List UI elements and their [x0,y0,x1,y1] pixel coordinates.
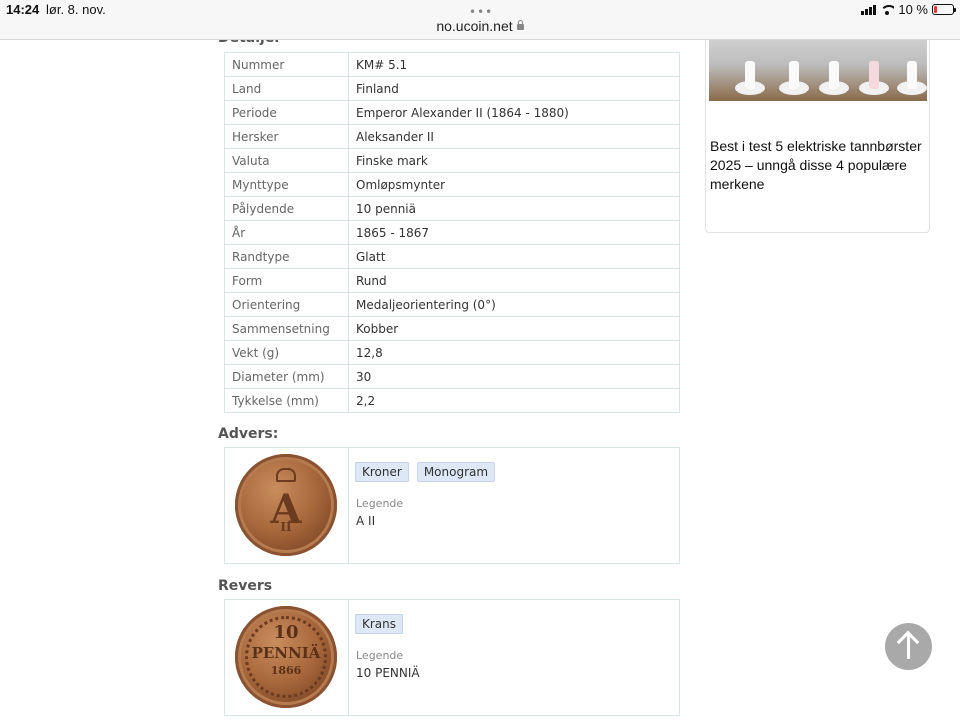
table-row: Diameter (mm) 30 [224,364,680,389]
table-row: År 1865 - 1867 [224,220,680,245]
ad-headline[interactable]: Best i test 5 elektriske tannbørster 202… [710,137,926,194]
detail-value: Glatt [348,244,680,269]
detail-key: Tykkelse (mm) [224,388,349,413]
reverse-tags: Krans [355,614,404,634]
table-row: Pålydende 10 penniä [224,196,680,221]
detail-value: 12,8 [348,340,680,365]
table-row: Periode Emperor Alexander II (1864 - 1880… [224,100,680,125]
detail-key: Diameter (mm) [224,364,349,389]
reverse-box: 10 PENNIÄ 1866 Krans Legende 10 PENNIÄ [224,599,680,716]
scroll-to-top-button[interactable] [885,623,932,670]
detail-value: Emperor Alexander II (1864 - 1880) [348,100,680,125]
clock-time: 14:24 [6,2,40,17]
detail-value: 2,2 [348,388,680,413]
ad-image[interactable] [709,40,927,101]
table-row: Mynttype Omløpsmynter [224,172,680,197]
detail-value: Finske mark [348,148,680,173]
coin-year: 1866 [270,664,302,677]
detail-key: Mynttype [224,172,349,197]
details-table: Nummer KM# 5.1 Land Finland Periode Emperor A… [224,52,680,413]
detail-key: Pålydende [224,196,349,221]
table-row: Hersker Aleksander II [224,124,680,149]
cellular-signal-icon [861,4,877,15]
table-row: Randtype Glatt [224,244,680,269]
detail-key: Valuta [224,148,349,173]
coin-denomination-number: 10 [273,622,299,643]
status-date: lør. 8. nov. [46,2,106,17]
system-indicators: 10 % [861,2,956,17]
table-row: Form Rund [224,268,680,293]
browser-status-bar: 14:24 lør. 8. nov. ••• no.ucoin.net 10 % [0,0,960,40]
reverse-image-cell: 10 PENNIÄ 1866 [225,600,349,715]
reverse-heading: Revers [218,578,273,594]
detail-key: Hersker [224,124,349,149]
crown-icon [276,468,296,482]
wifi-icon [880,4,895,15]
detail-key: Randtype [224,244,349,269]
detail-value: Kobber [348,316,680,341]
obverse-legend-label: Legende [356,497,404,510]
sidebar-ad[interactable]: Best i test 5 elektriske tannbørster 202… [705,40,930,233]
detail-value: 30 [348,364,680,389]
battery-percent: 10 % [898,2,928,17]
detail-key: Form [224,268,349,293]
obverse-coin-image[interactable]: A II [235,454,337,556]
table-row: Nummer KM# 5.1 [224,52,680,77]
table-row: Valuta Finske mark [224,148,680,173]
detail-key: Nummer [224,52,349,77]
address-bar[interactable]: no.ucoin.net [0,18,960,34]
url-text: no.ucoin.net [436,18,513,34]
monogram-numeral: II [280,520,292,534]
reverse-legend-label: Legende [356,649,404,662]
detail-key: Land [224,76,349,101]
detail-value: Aleksander II [348,124,680,149]
obverse-box: A II Kroner Monogram Legende A II [224,447,680,564]
battery-icon [932,4,956,15]
table-row: Vekt (g) 12,8 [224,340,680,365]
detail-key: Orientering [224,292,349,317]
detail-key: Sammensetning [224,316,349,341]
coin-denomination-text: PENNIÄ [251,644,321,662]
detail-value: Medaljeorientering (0°) [348,292,680,317]
obverse-legend-value: A II [356,514,376,528]
detail-key: Vekt (g) [224,340,349,365]
lock-icon [516,20,524,30]
table-row: Orientering Medaljeorientering (0°) [224,292,680,317]
detail-value: Rund [348,268,680,293]
table-row: Land Finland [224,76,680,101]
detail-value: Omløpsmynter [348,172,680,197]
detail-key: Periode [224,100,349,125]
table-row: Sammensetning Kobber [224,316,680,341]
detail-value: 10 penniä [348,196,680,221]
reverse-coin-image[interactable]: 10 PENNIÄ 1866 [235,606,337,708]
detail-value: 1865 - 1867 [348,220,680,245]
detail-key: År [224,220,349,245]
tag-monogram[interactable]: Monogram [416,462,496,482]
more-dots-icon[interactable]: ••• [469,5,493,19]
detail-value: Finland [348,76,680,101]
obverse-tags: Kroner Monogram [355,462,496,482]
tag-krans[interactable]: Krans [355,614,404,634]
obverse-heading: Advers: [218,426,279,442]
detail-value: KM# 5.1 [348,52,680,77]
obverse-image-cell: A II [225,448,349,563]
reverse-legend-value: 10 PENNIÄ [356,666,420,680]
table-row: Tykkelse (mm) 2,2 [224,388,680,413]
tag-kroner[interactable]: Kroner [355,462,409,482]
